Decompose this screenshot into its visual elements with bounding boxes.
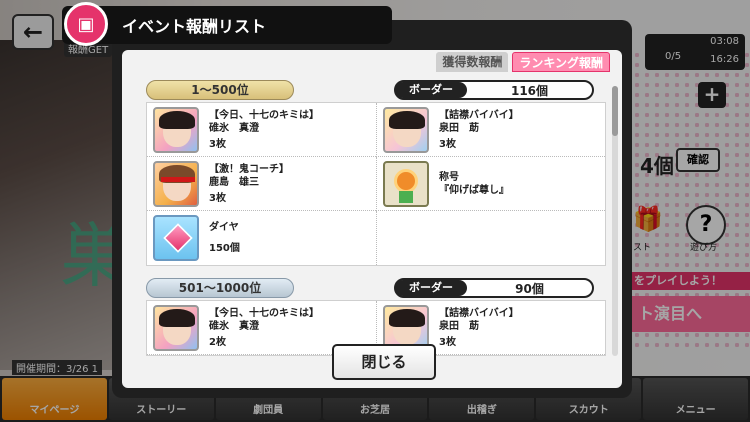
border-indicator: ボーダー 90個 <box>394 278 594 298</box>
reward-title: ダイヤ <box>209 222 239 233</box>
reward-name: 碓氷 真澄 <box>209 122 259 134</box>
reward-qty: 2枚 <box>209 336 226 348</box>
rank-range: 1～500位 <box>146 80 294 100</box>
border-value: 90個 <box>515 281 544 296</box>
reward-title: 【激！鬼コーチ】 <box>209 163 289 175</box>
modal-body: 獲得数報酬 ランキング報酬 1～500位 ボーダー 116個 【今日、十七のキミ… <box>122 50 622 388</box>
scrollbar-thumb[interactable] <box>612 86 618 136</box>
modal-title-bar: ▣ イベント報酬リスト <box>62 2 392 46</box>
diamond-icon <box>153 215 199 261</box>
border-indicator: ボーダー 116個 <box>394 80 594 100</box>
reward-title: 称号 <box>439 171 459 183</box>
reward-name: 泉田 莇 <box>439 320 479 332</box>
reward-title: 【詰襟バイバイ】 <box>439 109 519 121</box>
reward-name: 泉田 莇 <box>439 122 479 134</box>
reward-name: 『仰げば尊し』 <box>439 184 509 196</box>
list-scrollbar[interactable] <box>612 86 618 356</box>
reward-item[interactable]: 【激！鬼コーチ】 鹿島 雄三 3枚 <box>147 157 376 211</box>
reward-grid: 【今日、十七のキミは】 碓氷 真澄 3枚 【詰襟バイバイ】 泉田 莇 3枚 【激！鬼コー… <box>146 102 606 266</box>
reward-item[interactable]: 【詰襟バイバイ】 泉田 莇 3枚 <box>376 103 605 157</box>
reward-qty: 3枚 <box>209 138 226 150</box>
reward-list[interactable]: 1～500位 ボーダー 116個 【今日、十七のキミは】 碓氷 真澄 3枚 【詰襟バ… <box>146 80 606 366</box>
tier-header: 1～500位 ボーダー 116個 <box>146 80 606 100</box>
reward-item[interactable]: 【今日、十七のキミは】 碓氷 真澄 3枚 <box>147 103 376 157</box>
tier-header: 501～1000位 ボーダー 90個 <box>146 278 606 298</box>
reward-tier: 1～500位 ボーダー 116個 【今日、十七のキミは】 碓氷 真澄 3枚 【詰襟バ… <box>146 80 606 266</box>
card-yuzo-icon <box>153 160 199 207</box>
tab-ranking-reward[interactable]: ランキング報酬 <box>512 52 610 72</box>
reward-title: 【今日、十七のキミは】 <box>209 109 319 121</box>
border-label: ボーダー <box>395 280 467 296</box>
reward-name: 碓氷 真澄 <box>209 320 259 332</box>
reward-item[interactable]: 称号 『仰げば尊し』 <box>376 157 605 211</box>
close-button[interactable]: 閉じる <box>332 344 436 380</box>
card-azami-icon <box>383 106 429 153</box>
reward-title: 【詰襟バイバイ】 <box>439 307 519 319</box>
treasure-chest-icon: ▣ <box>64 2 108 46</box>
reward-title: 【今日、十七のキミは】 <box>209 307 319 319</box>
reward-list-modal: ▣ イベント報酬リスト 獲得数報酬 ランキング報酬 1～500位 ボーダー 11… <box>62 2 632 398</box>
border-label: ボーダー <box>395 82 467 98</box>
reward-name: 鹿島 雄三 <box>209 176 259 188</box>
border-value: 116個 <box>510 83 549 98</box>
rank-range: 501～1000位 <box>146 278 294 298</box>
tab-count-reward[interactable]: 獲得数報酬 <box>436 52 509 72</box>
card-masumi-icon <box>153 304 199 351</box>
modal-title: イベント報酬リスト <box>122 17 267 36</box>
reward-qty: 3枚 <box>209 192 226 204</box>
reward-qty: 3枚 <box>439 336 456 348</box>
reward-tabs: 獲得数報酬 ランキング報酬 <box>436 52 610 72</box>
title-medal-icon <box>383 160 429 207</box>
reward-qty: 150個 <box>209 243 240 254</box>
reward-item[interactable]: ダイヤ 150個 <box>147 211 376 265</box>
reward-qty: 3枚 <box>439 138 456 150</box>
card-masumi-icon <box>153 106 199 153</box>
reward-empty <box>376 211 605 265</box>
